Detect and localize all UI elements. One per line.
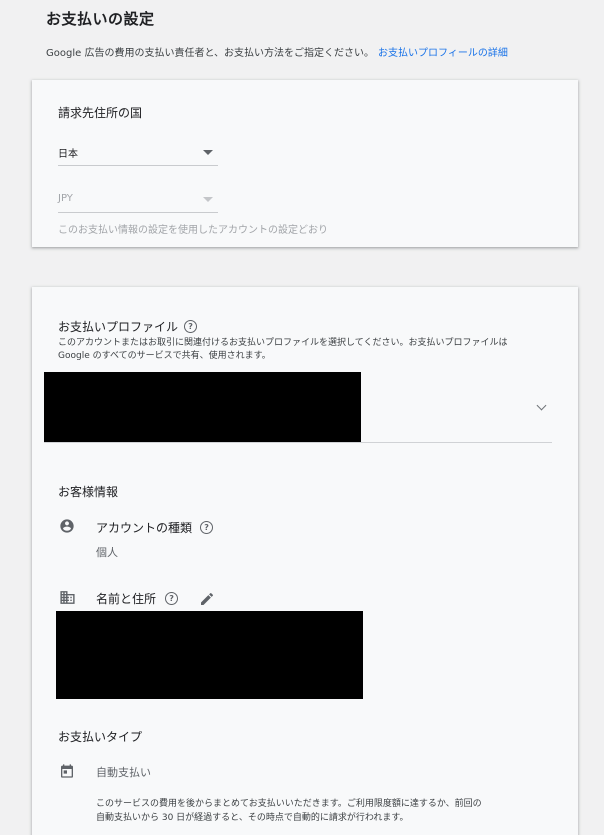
redacted-profile (44, 372, 361, 442)
description-text: Google 広告の費用の支払い責任者と、お支払い方法をご指定ください。 (46, 48, 375, 59)
payments-profile-details-link[interactable]: お支払いプロフィールの詳細 (378, 48, 508, 59)
payments-profile-heading-row: お支払いプロファイル ? (58, 318, 198, 335)
account-type-value: 個人 (96, 546, 118, 559)
country-select[interactable]: 日本 (58, 140, 218, 166)
payment-type-description: このサービスの費用を後からまとめてお支払いいただきます。ご利用限度額に達するか、… (96, 797, 576, 825)
help-icon[interactable]: ? (165, 592, 179, 605)
account-circle-icon (60, 519, 74, 533)
payment-type-description-line1: このサービスの費用を後からまとめてお支払いいただきます。ご利用限度額に達するか、… (96, 799, 482, 809)
customer-info-heading: お客様情報 (58, 485, 119, 499)
payments-profile-heading: お支払いプロファイル (58, 320, 179, 334)
redacted-name-address (56, 611, 363, 699)
name-address-label: 名前と住所 (96, 592, 157, 606)
calendar-icon (61, 764, 73, 778)
currency-select-value: JPY (58, 193, 73, 204)
payment-type-value: 自動支払い (96, 766, 151, 779)
dropdown-arrow-icon (203, 197, 213, 202)
payments-profile-description-line2: Google のすべてのサービスで共有、使用されます。 (58, 351, 271, 361)
payments-profile-select[interactable] (44, 372, 552, 443)
currency-note: このお支払い情報の設定を使用したアカウントの設定どおり (58, 225, 328, 236)
account-type-label: アカウントの種類 (96, 521, 193, 535)
payments-profile-card: お支払いプロファイル ? このアカウントまたはお取引に関連付けるお支払いプロファ… (32, 287, 578, 835)
help-icon[interactable]: ? (200, 521, 214, 534)
currency-select: JPY (58, 190, 218, 213)
help-icon[interactable]: ? (184, 320, 198, 333)
payments-profile-description-line1: このアカウントまたはお取引に関連付けるお支払いプロファイルを選択してください。お… (58, 338, 508, 348)
business-building-icon (60, 591, 75, 604)
edit-pencil-icon[interactable] (199, 591, 215, 607)
payment-type-heading: お支払いタイプ (58, 730, 143, 744)
account-type-row: アカウントの種類 ? (96, 519, 214, 536)
chevron-down-icon (536, 400, 547, 411)
payment-type-description-line2: 自動支払いから 30 日が経過すると、その時点で自動的に請求が行われます。 (96, 813, 409, 823)
name-address-row: 名前と住所 ? (96, 590, 215, 607)
page-title: お支払いの設定 (46, 10, 155, 28)
dropdown-arrow-icon (203, 150, 213, 155)
payments-profile-description: このアカウントまたはお取引に関連付けるお支払いプロファイルを選択してください。お… (58, 337, 568, 363)
billing-country-card: 請求先住所の国 日本 JPY このお支払い情報の設定を使用したアカウントの設定ど… (32, 80, 578, 247)
page-description: Google 広告の費用の支払い責任者と、お支払い方法をご指定ください。 お支払い… (46, 44, 508, 59)
country-select-value: 日本 (58, 149, 78, 160)
billing-country-heading: 請求先住所の国 (58, 106, 143, 120)
